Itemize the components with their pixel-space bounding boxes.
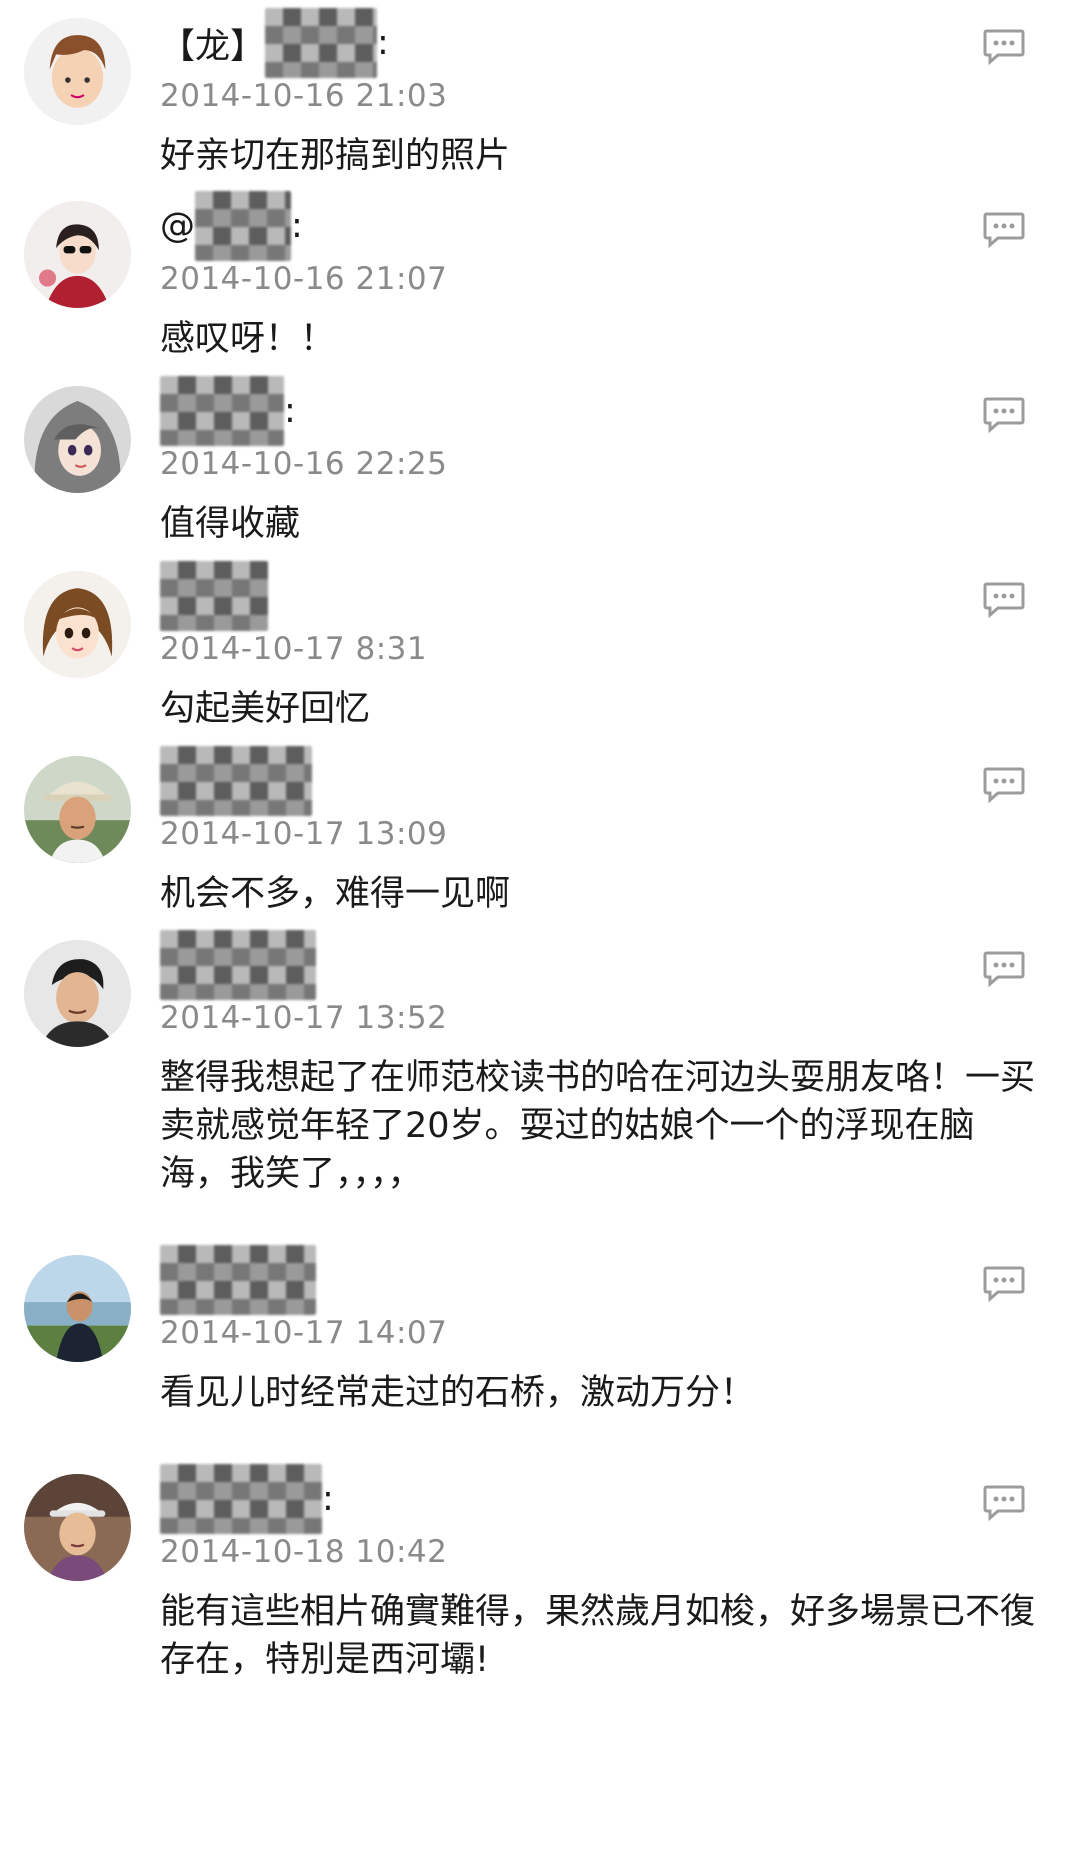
masked-username	[160, 561, 268, 631]
username[interactable]: :	[160, 1464, 334, 1534]
comment-text: 感叹呀！！	[160, 319, 336, 359]
username-suffix: :	[284, 391, 296, 431]
masked-username	[265, 8, 378, 78]
comment-reply-icon[interactable]	[982, 1484, 1026, 1522]
comment-timestamp: 2014-10-16 22:25	[160, 446, 448, 482]
username[interactable]	[160, 930, 316, 1000]
comment-timestamp: 2014-10-16 21:03	[160, 78, 448, 114]
user-avatar[interactable]	[24, 940, 131, 1047]
username-prefix: @	[160, 206, 195, 246]
comment-feed: 【龙】: 2014-10-16 21:03 好亲切在那搞到的照片 @: 2014…	[0, 0, 1071, 1856]
comment-text: 能有這些相片确實難得，果然歲月如梭，好多場景已不復存在，特別是西河壩!	[160, 1592, 1036, 1680]
username-suffix: :	[322, 1479, 334, 1519]
user-avatar[interactable]	[24, 386, 131, 493]
comment-item: 2014-10-17 8:31 勾起美好回忆	[0, 553, 1071, 738]
masked-username	[160, 1245, 316, 1315]
comment-item: 2014-10-17 13:09 机会不多，难得一见啊	[0, 738, 1071, 923]
comment-timestamp: 2014-10-16 21:07	[160, 261, 448, 297]
comment-timestamp: 2014-10-18 10:42	[160, 1534, 448, 1570]
comment-text: 机会不多，难得一见啊	[160, 874, 511, 914]
comment-item: 【龙】: 2014-10-16 21:03 好亲切在那搞到的照片	[0, 0, 1071, 185]
masked-username	[160, 930, 316, 1000]
comment-timestamp: 2014-10-17 14:07	[160, 1315, 448, 1351]
user-avatar[interactable]	[24, 1255, 131, 1362]
username-suffix: :	[291, 206, 303, 246]
comment-reply-icon[interactable]	[982, 396, 1026, 434]
username[interactable]	[160, 746, 312, 816]
masked-username	[160, 746, 312, 816]
comment-item: 2014-10-17 14:07 看见儿时经常走过的石桥，激动万分！	[0, 1237, 1071, 1422]
comment-reply-icon[interactable]	[982, 581, 1026, 619]
username[interactable]	[160, 1245, 316, 1315]
comment-timestamp: 2014-10-17 13:09	[160, 816, 448, 852]
username[interactable]	[160, 561, 268, 631]
user-avatar[interactable]	[24, 571, 131, 678]
comment-text: 值得收藏	[160, 504, 301, 544]
username[interactable]: @:	[160, 191, 303, 261]
comment-reply-icon[interactable]	[982, 1265, 1026, 1303]
user-avatar[interactable]	[24, 756, 131, 863]
comment-reply-icon[interactable]	[982, 766, 1026, 804]
comment-text: 勾起美好回忆	[160, 689, 371, 729]
comment-item: 2014-10-17 13:52 整得我想起了在师范校读书的哈在河边头耍朋友咯！…	[0, 922, 1071, 1194]
user-avatar[interactable]	[24, 1474, 131, 1581]
comment-reply-icon[interactable]	[982, 211, 1026, 249]
comment-item: : 2014-10-18 10:42 能有這些相片确實難得，果然歲月如梭，好多場…	[0, 1456, 1071, 1856]
comment-text: 看见儿时经常走过的石桥，激动万分！	[160, 1373, 756, 1413]
comment-text: 整得我想起了在师范校读书的哈在河边头耍朋友咯！一买卖就感觉年轻了20岁。耍过的姑…	[160, 1058, 1036, 1194]
user-avatar[interactable]	[24, 201, 131, 308]
username-prefix: 【龙】	[160, 26, 266, 67]
username-suffix: :	[377, 23, 389, 63]
masked-username	[195, 191, 291, 261]
comment-reply-icon[interactable]	[982, 28, 1026, 66]
username[interactable]: :	[160, 376, 296, 446]
masked-username	[160, 1464, 322, 1534]
comment-item: @: 2014-10-16 21:07 感叹呀！！	[0, 183, 1071, 368]
comment-timestamp: 2014-10-17 13:52	[160, 1000, 448, 1036]
masked-username	[160, 376, 284, 446]
comment-timestamp: 2014-10-17 8:31	[160, 631, 428, 667]
comment-item: : 2014-10-16 22:25 值得收藏	[0, 368, 1071, 553]
user-avatar[interactable]	[24, 18, 131, 125]
username[interactable]: 【龙】:	[160, 8, 389, 78]
comment-reply-icon[interactable]	[982, 950, 1026, 988]
comment-text: 好亲切在那搞到的照片	[160, 136, 511, 176]
